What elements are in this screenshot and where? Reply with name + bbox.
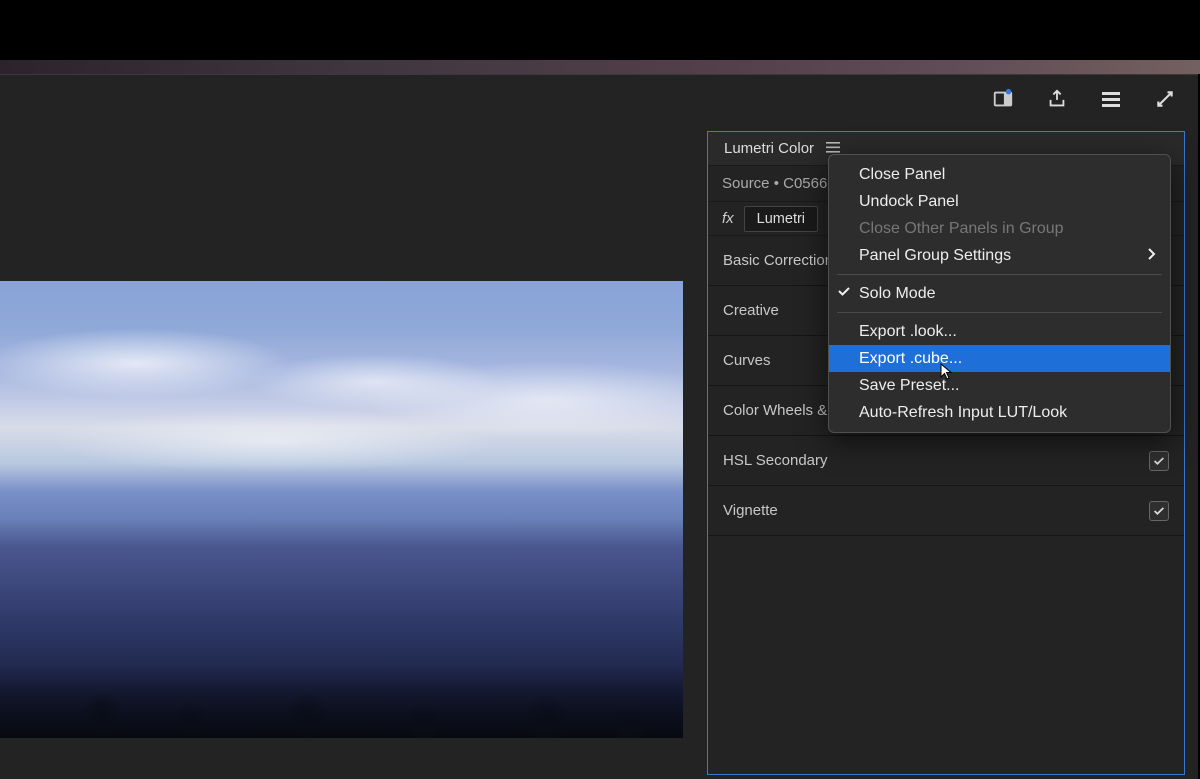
lumetri-effect-button[interactable]: Lumetri [744,206,818,232]
menu-item-label: Save Preset... [859,377,960,395]
menu-item-label: Close Panel [859,166,945,184]
section-label: Basic Correction [723,252,833,269]
checkmark-icon [837,284,851,303]
window-titlebar-gradient [0,60,1200,74]
menu-separator [837,274,1162,275]
menu-item-label: Close Other Panels in Group [859,220,1064,238]
menu-auto-refresh-lut[interactable]: Auto-Refresh Input LUT/Look [829,399,1170,426]
panel-context-menu: Close Panel Undock Panel Close Other Pan… [828,154,1171,433]
section-vignette[interactable]: Vignette [708,486,1184,536]
menu-export-look[interactable]: Export .look... [829,318,1170,345]
menu-panel-group-settings[interactable]: Panel Group Settings [829,242,1170,269]
chevron-right-icon [1148,247,1156,265]
section-label: Color Wheels & [723,402,827,419]
menu-item-label: Export .cube... [859,350,962,368]
menu-icon[interactable] [1098,86,1124,112]
menu-item-label: Export .look... [859,323,957,341]
top-toolbar [990,75,1188,123]
fx-label: fx [722,210,734,227]
section-hsl-secondary[interactable]: HSL Secondary [708,436,1184,486]
menu-item-label: Undock Panel [859,193,959,211]
menu-export-cube[interactable]: Export .cube... [829,345,1170,372]
section-label: Creative [723,302,779,319]
section-label: HSL Secondary [723,452,828,469]
preview-rocks [0,618,683,738]
program-monitor-preview [0,281,683,738]
section-label: Vignette [723,502,778,519]
menu-separator [837,312,1162,313]
menu-undock-panel[interactable]: Undock Panel [829,188,1170,215]
checkbox-icon[interactable] [1149,451,1169,471]
menu-item-label: Panel Group Settings [859,247,1011,265]
checkbox-icon[interactable] [1149,501,1169,521]
panel-title: Lumetri Color [724,140,814,157]
workspace-icon[interactable] [990,86,1016,112]
menu-solo-mode[interactable]: Solo Mode [829,280,1170,307]
fullscreen-icon[interactable] [1152,86,1178,112]
menu-save-preset[interactable]: Save Preset... [829,372,1170,399]
menu-item-label: Solo Mode [859,285,936,303]
share-icon[interactable] [1044,86,1070,112]
menu-item-label: Auto-Refresh Input LUT/Look [859,404,1067,422]
section-label: Curves [723,352,771,369]
menu-close-panel[interactable]: Close Panel [829,161,1170,188]
menu-close-other-panels: Close Other Panels in Group [829,215,1170,242]
